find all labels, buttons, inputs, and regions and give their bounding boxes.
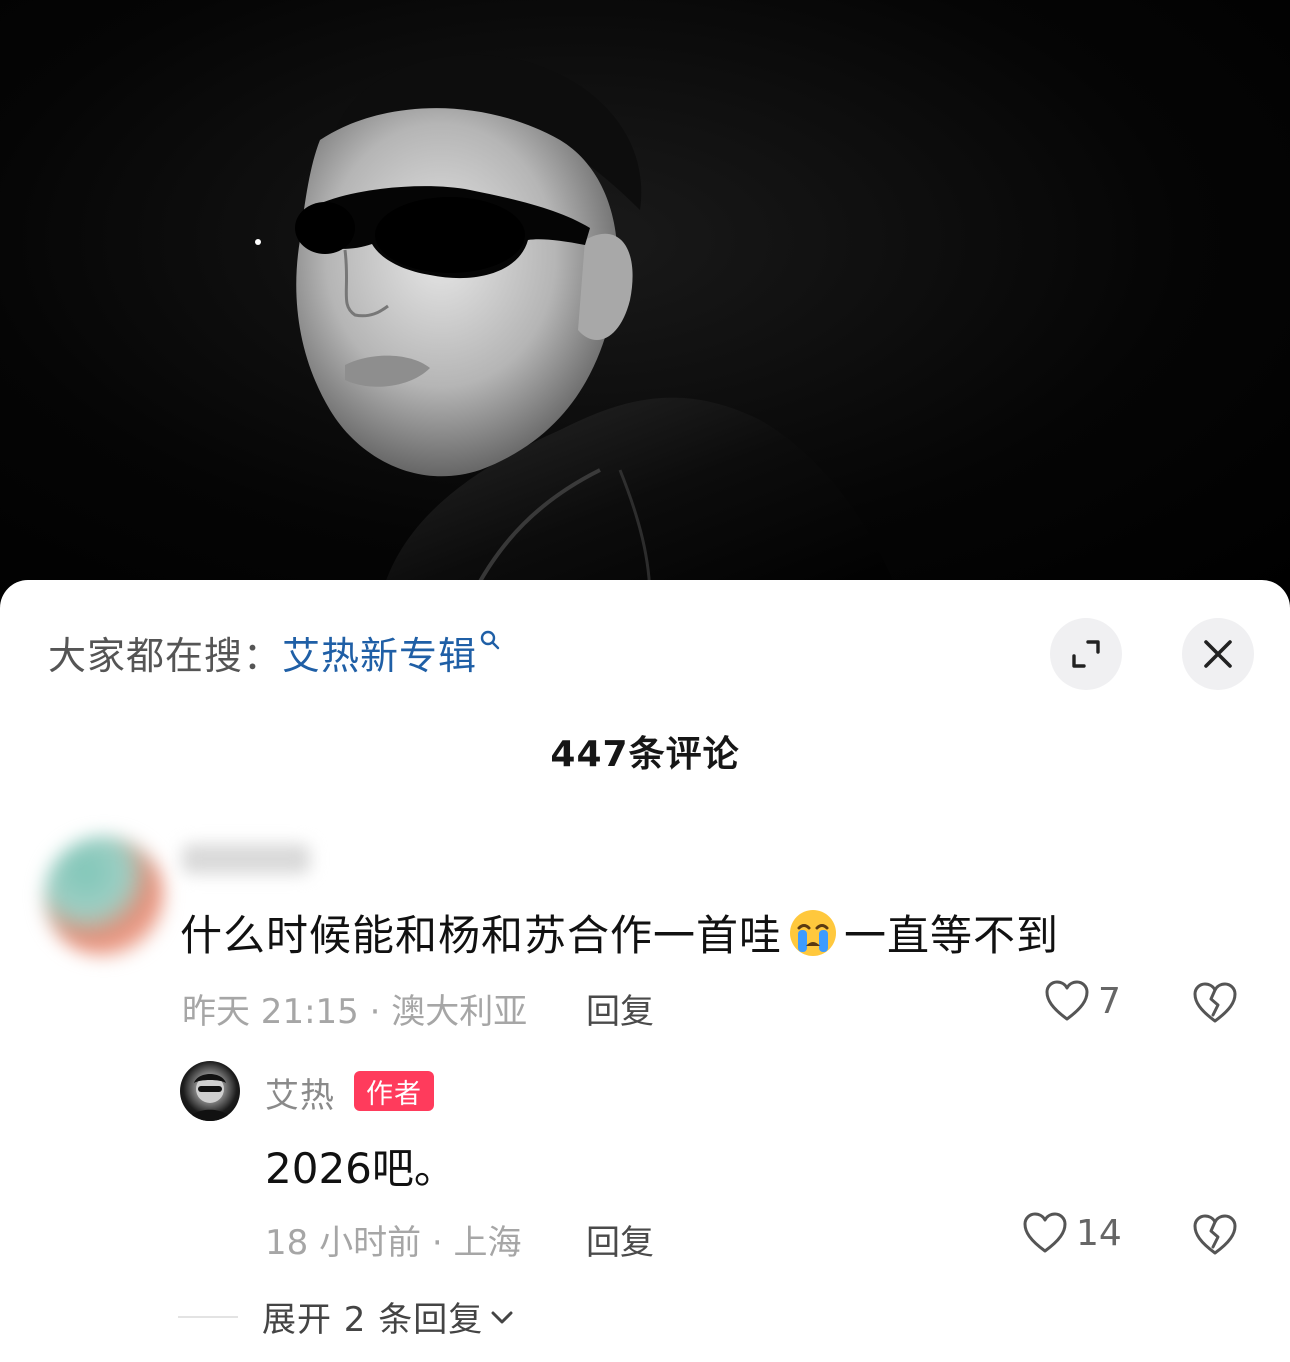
reply-text: 2026吧。 <box>265 1144 456 1193</box>
author-username[interactable]: 艾热 <box>265 1068 335 1117</box>
comment-meta: 昨天 21:15 · 澳大利亚 <box>182 992 528 1032</box>
trending-search-prefix: 大家都在搜： <box>48 633 283 678</box>
broken-heart-icon <box>1193 1214 1237 1255</box>
commenter-username-blurred[interactable] <box>182 844 310 874</box>
chevron-down-icon <box>491 1311 513 1323</box>
like-count: 7 <box>1098 980 1121 1022</box>
reply-like-count: 14 <box>1076 1212 1122 1254</box>
heart-icon <box>1045 980 1089 1021</box>
reply-button[interactable]: 回复 <box>586 984 654 1033</box>
trending-search-term[interactable]: 艾热新专辑 <box>282 625 477 680</box>
expand-replies-button[interactable]: 展开 2 条回复 <box>178 1292 515 1341</box>
expand-replies-label: 展开 2 条回复 <box>262 1300 484 1340</box>
like-button[interactable]: 7 <box>1044 980 1121 1022</box>
trending-search-link[interactable]: 艾热新专辑 <box>282 625 501 680</box>
video-still-image <box>255 54 900 600</box>
comment-text-part-1: 什么时候能和杨和苏合作一首哇 <box>180 911 783 960</box>
divider <box>178 1315 238 1318</box>
author-avatar[interactable] <box>180 1061 240 1121</box>
commenter-avatar[interactable] <box>44 836 164 956</box>
reply-to-reply-button[interactable]: 回复 <box>586 1215 654 1264</box>
author-badge: 作者 <box>354 1071 434 1111</box>
dislike-button[interactable] <box>1192 982 1238 1028</box>
close-icon <box>1204 640 1232 668</box>
author-avatar-image <box>188 1074 232 1121</box>
video-frame[interactable] <box>0 0 1290 600</box>
trending-search-bar[interactable]: 大家都在搜： 艾热新专辑 <box>48 622 501 682</box>
close-button[interactable] <box>1182 618 1254 690</box>
broken-heart-icon <box>1193 982 1237 1023</box>
fullscreen-button[interactable] <box>1050 618 1122 690</box>
comment-text-part-2: 一直等不到 <box>844 911 1060 960</box>
reply-meta: 18 小时前 · 上海 <box>265 1223 522 1263</box>
heart-icon <box>1023 1212 1067 1253</box>
comments-sheet: 大家都在搜： 艾热新专辑 447条评论 什么时候能和杨和苏合作一首哇 一直等不到… <box>0 580 1290 1362</box>
reply-dislike-button[interactable] <box>1192 1214 1238 1260</box>
comment-count: 447条评论 <box>550 734 740 775</box>
search-icon <box>480 630 500 649</box>
expand-icon <box>1072 640 1100 668</box>
loudly-crying-face-icon <box>790 909 837 956</box>
comment-text: 什么时候能和杨和苏合作一首哇 一直等不到 <box>180 902 1059 963</box>
reply-like-button[interactable]: 14 <box>1022 1212 1122 1254</box>
